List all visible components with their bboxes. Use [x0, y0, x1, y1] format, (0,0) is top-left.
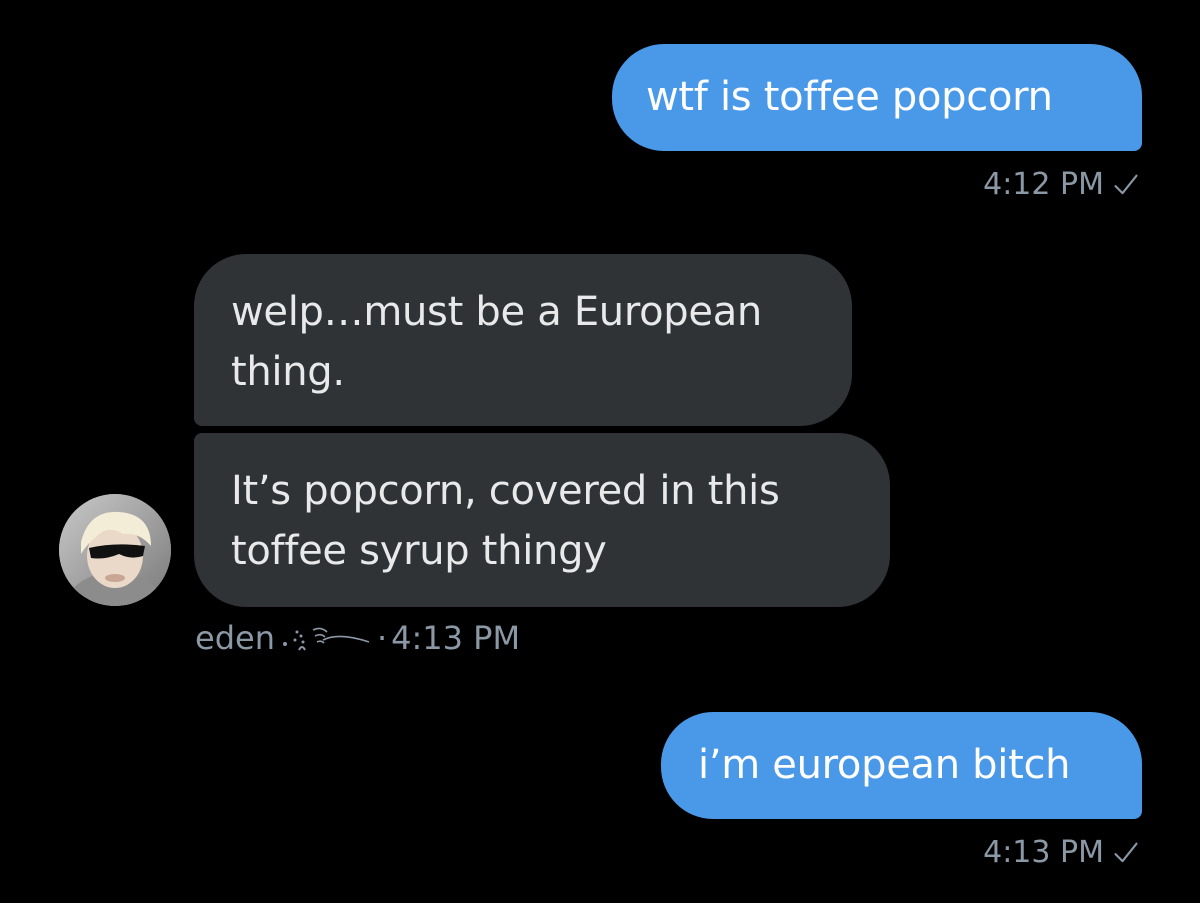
decorative-emoji-icon	[282, 627, 370, 651]
message-bubble-incoming[interactable]: welp…must be a European thing.	[194, 254, 852, 426]
message-timestamp: 4:13 PM	[983, 835, 1140, 870]
message-text: wtf is toffee popcorn	[646, 74, 1053, 120]
check-icon	[1114, 842, 1138, 862]
message-timestamp: 4:12 PM	[983, 167, 1140, 202]
message-text: It’s popcorn, covered in this toffee syr…	[231, 468, 780, 574]
message-text: i’m european bitch	[698, 742, 1071, 788]
sender-meta: eden · 4:13 PM	[195, 619, 520, 657]
message-text: welp…must be a European thing.	[231, 289, 762, 395]
message-bubble-outgoing[interactable]: i’m european bitch	[661, 712, 1142, 819]
timestamp-text: 4:13 PM	[983, 835, 1104, 870]
message-bubble-outgoing[interactable]: wtf is toffee popcorn	[612, 44, 1142, 151]
timestamp-text: 4:12 PM	[983, 167, 1104, 202]
message-bubble-incoming[interactable]: It’s popcorn, covered in this toffee syr…	[194, 433, 890, 607]
avatar-image	[59, 494, 171, 606]
sender-name[interactable]: eden	[195, 619, 275, 657]
check-icon	[1114, 174, 1138, 194]
avatar[interactable]	[59, 494, 171, 606]
timestamp-text: 4:13 PM	[391, 619, 521, 657]
meta-separator: ·	[376, 619, 388, 657]
